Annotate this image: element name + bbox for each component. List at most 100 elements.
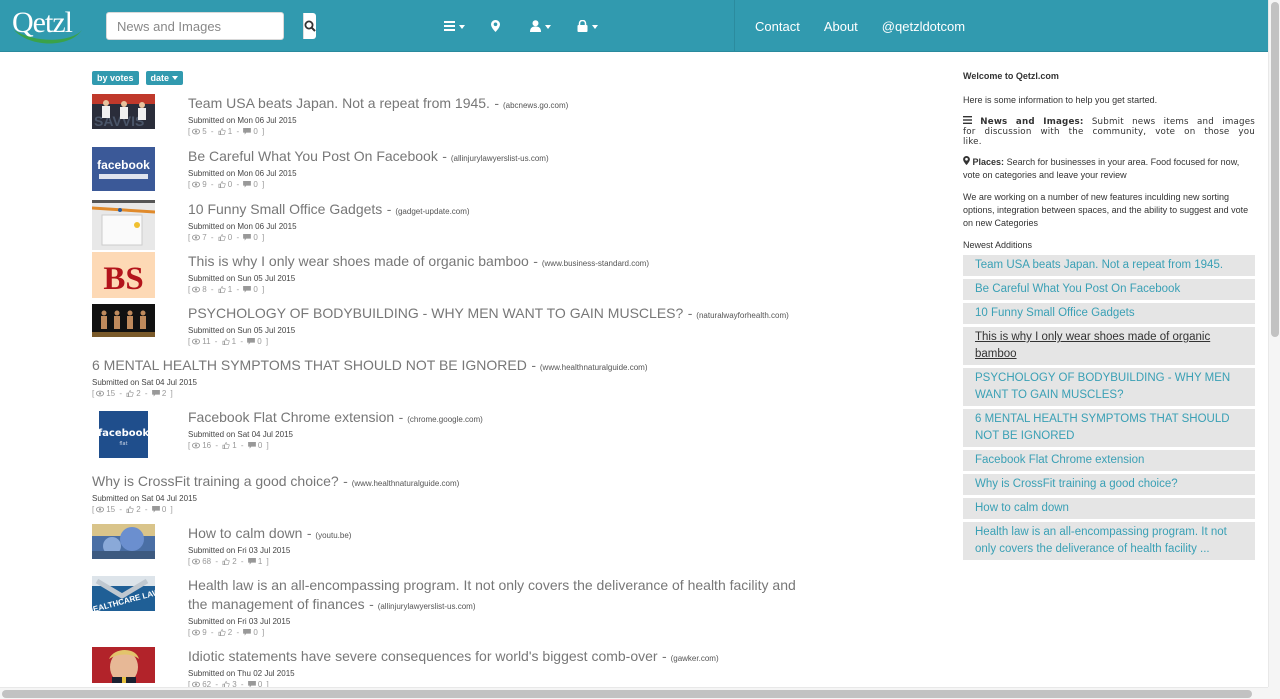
news-thumbnail[interactable]: facebook flat — [92, 408, 155, 458]
news-item: 6 MENTAL HEALTH SYMPTOMS THAT SHOULD NOT… — [92, 356, 812, 399]
stats-open-bracket: [ — [188, 233, 191, 242]
news-body: Facebook Flat Chrome extension - (chrome… — [188, 408, 812, 458]
newest-addition-link[interactable]: 10 Funny Small Office Gadgets — [963, 303, 1255, 324]
login-menu-dropdown[interactable] — [577, 0, 598, 52]
welcome-heading: Welcome to Qetzl.com — [963, 71, 1059, 81]
news-item: SAVVIS Team USA beats Japan. Not a repea… — [92, 94, 812, 137]
comment-icon — [243, 286, 252, 293]
nav-link-contact[interactable]: Contact — [755, 19, 800, 34]
caret-down-icon — [459, 25, 465, 29]
news-thumbnail[interactable]: BS — [92, 252, 155, 298]
news-body: 10 Funny Small Office Gadgets - (gadget-… — [188, 200, 812, 250]
view-count: 16 — [202, 441, 212, 450]
news-title-link[interactable]: Team USA beats Japan. Not a repeat from … — [188, 95, 490, 111]
newest-addition-link[interactable]: This is why I only wear shoes made of or… — [963, 327, 1255, 365]
eye-icon — [96, 506, 105, 513]
newest-addition-link[interactable]: Why is CrossFit training a good choice? — [963, 474, 1255, 495]
news-source[interactable]: (youtu.be) — [315, 531, 351, 540]
news-thumbnail[interactable]: HEALTHCARE LAW — [92, 576, 155, 611]
vertical-scrollbar-thumb[interactable] — [1271, 2, 1279, 337]
news-source[interactable]: (allinjurylawyerslist-us.com) — [451, 154, 549, 163]
newest-additions-heading: Newest Additions — [963, 240, 1033, 250]
eye-icon — [192, 234, 201, 241]
news-source[interactable]: (allinjurylawyerslist-us.com) — [378, 602, 476, 611]
stats-open-bracket: [ — [188, 337, 191, 346]
news-source[interactable]: (www.business-standard.com) — [542, 259, 649, 268]
title-separator: - — [369, 596, 378, 612]
search-icon — [304, 20, 316, 32]
vertical-scrollbar[interactable] — [1268, 0, 1280, 688]
news-title-link[interactable]: 10 Funny Small Office Gadgets — [188, 201, 382, 217]
news-title-link[interactable]: Be Careful What You Post On Facebook — [188, 148, 438, 164]
news-source[interactable]: (abcnews.go.com) — [503, 101, 568, 110]
news-title-link[interactable]: 6 MENTAL HEALTH SYMPTOMS THAT SHOULD NOT… — [92, 357, 527, 373]
news-title-link[interactable]: Why is CrossFit training a good choice? — [92, 473, 339, 489]
logo[interactable]: Qetzl — [10, 6, 86, 46]
thumbs-up-icon — [126, 506, 134, 513]
news-source[interactable]: (gawker.com) — [671, 654, 719, 663]
news-thumbnail[interactable] — [92, 200, 155, 250]
nav-link-about[interactable]: About — [824, 19, 858, 34]
nav-divider — [734, 0, 735, 52]
sort-date-dropdown[interactable]: date — [145, 71, 184, 85]
news-body: How to calm down - (youtu.be) Submitted … — [188, 524, 812, 567]
nav-link-twitter[interactable]: @qetzldotcom — [882, 19, 965, 34]
stats-open-bracket: [ — [188, 285, 191, 294]
working-text: We are working on a number of new featur… — [963, 192, 1249, 228]
search-button[interactable] — [303, 13, 316, 39]
news-submitted: Submitted on Fri 03 Jul 2015 — [188, 546, 291, 555]
news-source[interactable]: (chrome.google.com) — [407, 415, 483, 424]
news-stats: [7 - 0 - 0 ] — [188, 232, 812, 243]
news-thumbnail[interactable]: facebook — [92, 147, 155, 191]
news-thumbnail[interactable] — [92, 647, 155, 683]
news-source[interactable]: (naturalwayforhealth.com) — [696, 311, 788, 320]
search-input[interactable] — [107, 13, 303, 39]
logo-swoosh-icon — [14, 30, 82, 44]
newest-addition-link[interactable]: How to calm down — [963, 498, 1255, 519]
caret-down-icon — [592, 25, 598, 29]
horizontal-scrollbar[interactable] — [0, 687, 1268, 699]
news-item: How to calm down - (youtu.be) Submitted … — [92, 524, 812, 567]
news-title-link[interactable]: Idiotic statements have severe consequen… — [188, 648, 658, 664]
newest-addition-link[interactable]: PSYCHOLOGY OF BODYBUILDING - WHY MEN WAN… — [963, 368, 1255, 406]
newest-additions-list: Team USA beats Japan. Not a repeat from … — [963, 255, 1255, 560]
caret-down-icon — [172, 76, 179, 80]
svg-text:flat: flat — [119, 441, 127, 447]
eye-icon — [96, 390, 105, 397]
user-menu-dropdown[interactable] — [530, 0, 551, 52]
thumbs-up-icon — [218, 234, 226, 241]
news-menu-dropdown[interactable] — [444, 0, 465, 52]
newest-addition-link[interactable]: Be Careful What You Post On Facebook — [963, 279, 1255, 300]
news-title-link[interactable]: PSYCHOLOGY OF BODYBUILDING - WHY MEN WAN… — [188, 305, 683, 321]
stats-open-bracket: [ — [188, 628, 191, 637]
view-count: 7 — [202, 233, 207, 242]
comment-icon — [243, 234, 252, 241]
news-source[interactable]: (www.healthnaturalguide.com) — [540, 363, 648, 372]
horizontal-scrollbar-thumb[interactable] — [2, 690, 1252, 698]
newest-addition-link[interactable]: 6 MENTAL HEALTH SYMPTOMS THAT SHOULD NOT… — [963, 409, 1255, 447]
comment-count: 0 — [257, 337, 262, 346]
map-marker-icon — [491, 20, 500, 32]
news-submitted: Submitted on Mon 06 Jul 2015 — [188, 169, 297, 178]
comment-count: 0 — [253, 285, 258, 294]
news-title-link[interactable]: Health law is an all-encompassing progra… — [188, 577, 796, 612]
places-link[interactable] — [491, 0, 500, 52]
news-source[interactable]: (www.healthnaturalguide.com) — [352, 479, 460, 488]
stats-close-bracket: ] — [259, 628, 265, 637]
news-thumbnail[interactable] — [92, 304, 155, 337]
map-marker-icon — [963, 156, 970, 165]
view-count: 68 — [202, 557, 212, 566]
comment-icon — [247, 558, 256, 565]
news-title-link[interactable]: This is why I only wear shoes made of or… — [188, 253, 529, 269]
sort-by-votes-button[interactable]: by votes — [92, 71, 139, 85]
news-title-link[interactable]: Facebook Flat Chrome extension — [188, 409, 394, 425]
newest-addition-link[interactable]: Health law is an all-encompassing progra… — [963, 522, 1255, 560]
newest-addition-link[interactable]: Facebook Flat Chrome extension — [963, 450, 1255, 471]
newest-addition-link[interactable]: Team USA beats Japan. Not a repeat from … — [963, 255, 1255, 276]
stats-sep: - — [213, 441, 221, 450]
news-thumbnail[interactable]: SAVVIS — [92, 94, 155, 129]
news-source[interactable]: (gadget-update.com) — [395, 207, 469, 216]
news-title-link[interactable]: How to calm down — [188, 525, 302, 541]
view-count: 9 — [202, 180, 207, 189]
news-thumbnail[interactable] — [92, 524, 155, 559]
